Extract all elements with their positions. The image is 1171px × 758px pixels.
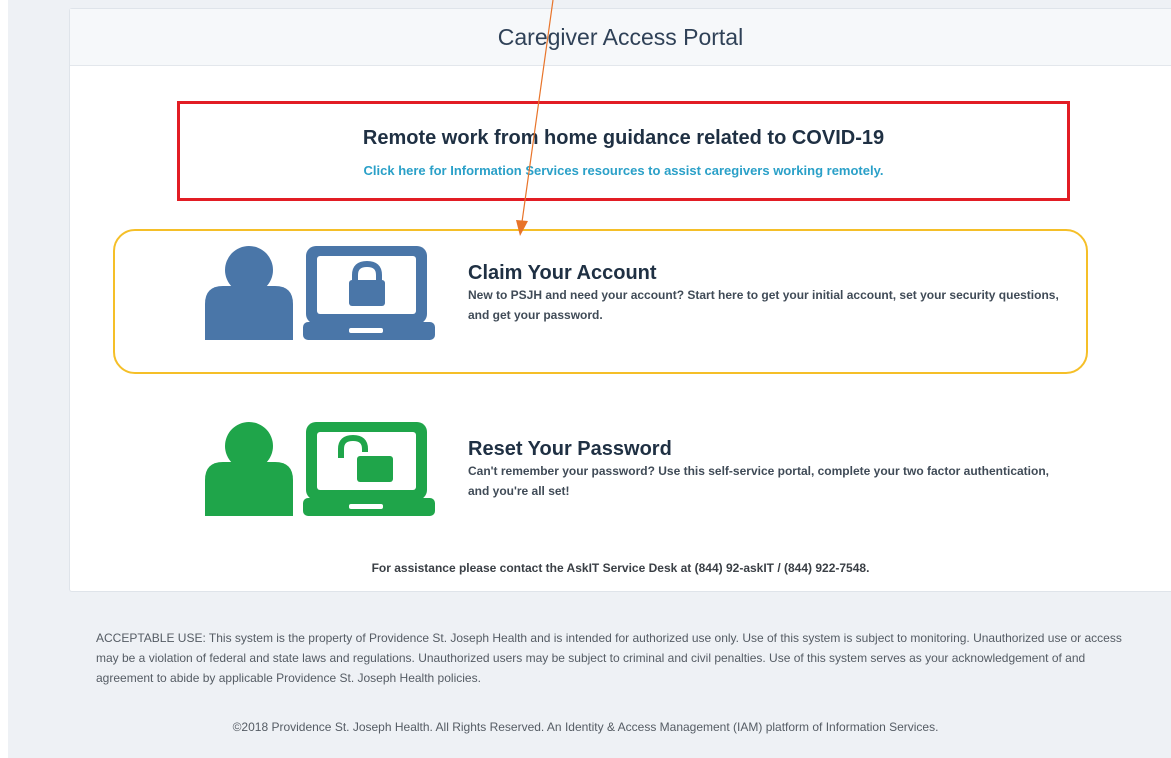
remote-resources-link[interactable]: Click here for Information Services reso… [364,163,884,178]
page-title: Caregiver Access Portal [497,23,744,50]
claim-account-option[interactable]: Claim Your Account New to PSJH and need … [113,229,1088,374]
claim-account-text: Claim Your Account New to PSJH and need … [468,261,1068,325]
reset-password-title: Reset Your Password [468,438,672,460]
copyright-text: ©2018 Providence St. Joseph Health. All … [232,720,939,734]
claim-account-title: Claim Your Account [468,262,657,284]
left-gutter [0,0,8,758]
notice-heading: Remote work from home guidance related t… [362,127,885,149]
covid-notice: Remote work from home guidance related t… [177,101,1070,201]
assistance-text: For assistance please contact the AskIT … [371,561,870,575]
reset-password-description: Can't remember your password? Use this s… [468,464,1049,498]
portal-header: Caregiver Access Portal [70,9,1171,66]
portal-card: Caregiver Access Portal Remote work from… [69,8,1171,592]
claim-account-description: New to PSJH and need your account? Start… [468,288,1059,322]
acceptable-use-notice: ACCEPTABLE USE: This system is the prope… [96,631,1122,685]
reset-password-option[interactable]: Reset Your Password Can't remember your … [113,405,1088,550]
user-unlocked-laptop-icon [205,422,435,516]
user-locked-laptop-icon [205,246,435,340]
reset-password-text: Reset Your Password Can't remember your … [468,437,1068,501]
